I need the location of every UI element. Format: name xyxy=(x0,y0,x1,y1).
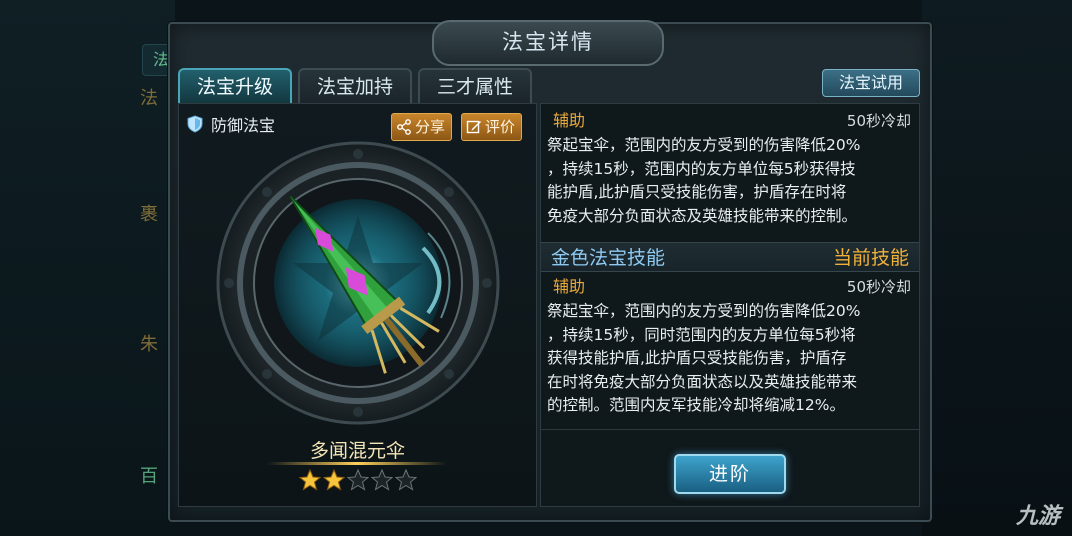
background-right xyxy=(922,0,1072,536)
skill-category: 辅助 xyxy=(553,111,586,130)
edit-icon xyxy=(466,120,481,134)
review-button[interactable]: 评价 xyxy=(461,113,523,141)
tab-blessing[interactable]: 法宝加持 xyxy=(298,68,412,104)
skill-cooldown: 50秒冷却 xyxy=(846,112,911,130)
share-button[interactable]: 分享 xyxy=(391,113,453,141)
treasure-display-pane: 防御法宝 分享 评价 多闻混元伞 xyxy=(178,103,537,507)
skill-details-pane: 辅助 50秒冷却 祭起宝伞，范围内的友方受到的伤害降低20% ，持续15秒，范围… xyxy=(540,103,920,507)
window-title: 法宝详情 xyxy=(432,20,664,66)
star-filled-icon xyxy=(299,469,321,491)
treasure-name: 多闻混元伞 xyxy=(309,440,405,462)
star-empty-icon xyxy=(347,469,369,491)
base-skill: 辅助 50秒冷却 祭起宝伞，范围内的友方受到的伤害降低20% ，持续15秒，范围… xyxy=(541,108,919,228)
star-filled-icon xyxy=(323,469,345,491)
treasure-emblem xyxy=(216,141,500,425)
skill-cooldown: 50秒冷却 xyxy=(846,278,911,296)
gold-skill-subheader: 辅助 50秒冷却 xyxy=(541,274,919,300)
gold-skill-title: 金色法宝技能 xyxy=(551,247,666,269)
background-left: 法 法 裹 朱 百 xyxy=(0,0,194,536)
star-empty-icon xyxy=(395,469,417,491)
skill-description: 祭起宝伞，范围内的友方受到的伤害降低20% ，持续15秒，同时范围内的友方单位每… xyxy=(547,302,861,414)
star-empty-icon xyxy=(371,469,393,491)
current-skill-label: 当前技能 xyxy=(832,247,909,269)
share-icon xyxy=(397,119,411,135)
treasure-type-row: 防御法宝 xyxy=(187,112,275,136)
shield-icon xyxy=(187,115,203,133)
divider xyxy=(541,429,919,430)
tab-upgrade[interactable]: 法宝升级 xyxy=(178,68,292,104)
gold-skill: 辅助 50秒冷却 祭起宝伞，范围内的友方受到的伤害降低20% ，持续15秒，同时… xyxy=(541,274,919,418)
skill-description: 祭起宝伞，范围内的友方受到的伤害降低20% ，持续15秒，范围内的友方单位每5秒… xyxy=(547,136,861,225)
tab-bar: 法宝升级 法宝加持 三才属性 xyxy=(178,68,532,104)
base-skill-header: 辅助 50秒冷却 xyxy=(541,108,919,134)
trial-button[interactable]: 法宝试用 xyxy=(822,69,920,97)
name-underline xyxy=(267,462,447,465)
treasure-type-label: 防御法宝 xyxy=(211,116,276,135)
advance-button[interactable]: 进阶 xyxy=(674,454,786,494)
watermark-logo: 九游 xyxy=(1015,504,1060,529)
share-label: 分享 xyxy=(415,118,446,136)
tab-attributes[interactable]: 三才属性 xyxy=(418,68,532,104)
review-label: 评价 xyxy=(485,118,516,136)
skill-category: 辅助 xyxy=(553,277,586,296)
star-rating xyxy=(299,469,417,491)
gold-skill-header: 金色法宝技能 当前技能 xyxy=(541,242,919,272)
